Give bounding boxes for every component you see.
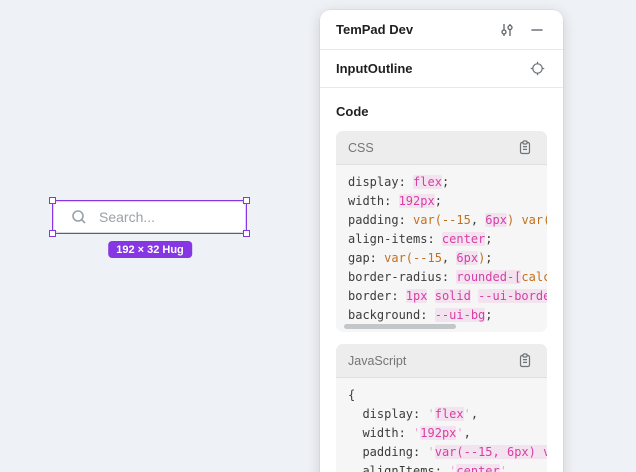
selection-handle-se[interactable] <box>243 230 250 237</box>
code-line: { <box>348 386 547 405</box>
code-line: align-items: center; <box>348 230 547 249</box>
horizontal-scrollbar[interactable] <box>344 324 456 329</box>
size-badge: 192 × 32 Hug <box>108 241 192 258</box>
minimize-icon[interactable] <box>527 20 547 40</box>
code-section-title: Code <box>336 104 547 119</box>
code-lang-label: JavaScript <box>348 354 515 368</box>
search-icon <box>69 207 89 227</box>
search-input-component[interactable]: Search... <box>53 201 246 233</box>
code-line: alignItems: 'center', <box>348 462 547 472</box>
code-line: background: --ui-bg; <box>348 306 547 325</box>
copy-clipboard-icon[interactable] <box>515 138 535 158</box>
preferences-sliders-icon[interactable] <box>497 20 517 40</box>
panel-content: Code CSS display: flex;width: 192px;padd… <box>320 88 563 472</box>
selection-handle-sw[interactable] <box>49 230 56 237</box>
code-lang-label: CSS <box>348 141 515 155</box>
search-placeholder: Search... <box>99 209 155 225</box>
code-line: border: 1px solid --ui-border- <box>348 287 547 306</box>
code-javascript: { display: 'flex', width: '192px', paddi… <box>336 378 547 472</box>
code-line: padding: 'var(--15, 6px) var <box>348 443 547 462</box>
component-name: InputOutline <box>336 61 527 76</box>
selection-handle-nw[interactable] <box>49 197 56 204</box>
code-line: padding: var(--15, 6px) var(-- <box>348 211 547 230</box>
code-line: border-radius: rounded-[calc(v <box>348 268 547 287</box>
panel-header: TemPad Dev <box>320 10 563 50</box>
panel-title: TemPad Dev <box>336 22 497 37</box>
selected-component-row: InputOutline <box>320 50 563 88</box>
code-line: gap: var(--15, 6px); <box>348 249 547 268</box>
tempad-dev-panel: TemPad Dev InputOutline <box>320 10 563 472</box>
code-line: width: '192px', <box>348 424 547 443</box>
code-block-js-header: JavaScript <box>336 344 547 378</box>
code-line: width: 192px; <box>348 192 547 211</box>
code-block-css: CSS display: flex;width: 192px;padding: … <box>336 131 547 332</box>
code-line: display: 'flex', <box>348 405 547 424</box>
locate-target-icon[interactable] <box>527 59 547 79</box>
code-line: display: flex; <box>348 173 547 192</box>
selection-handle-ne[interactable] <box>243 197 250 204</box>
code-block-css-header: CSS <box>336 131 547 165</box>
code-block-javascript: JavaScript { display: 'flex', width: '19… <box>336 344 547 472</box>
copy-clipboard-icon[interactable] <box>515 351 535 371</box>
code-css: display: flex;width: 192px;padding: var(… <box>336 165 547 332</box>
